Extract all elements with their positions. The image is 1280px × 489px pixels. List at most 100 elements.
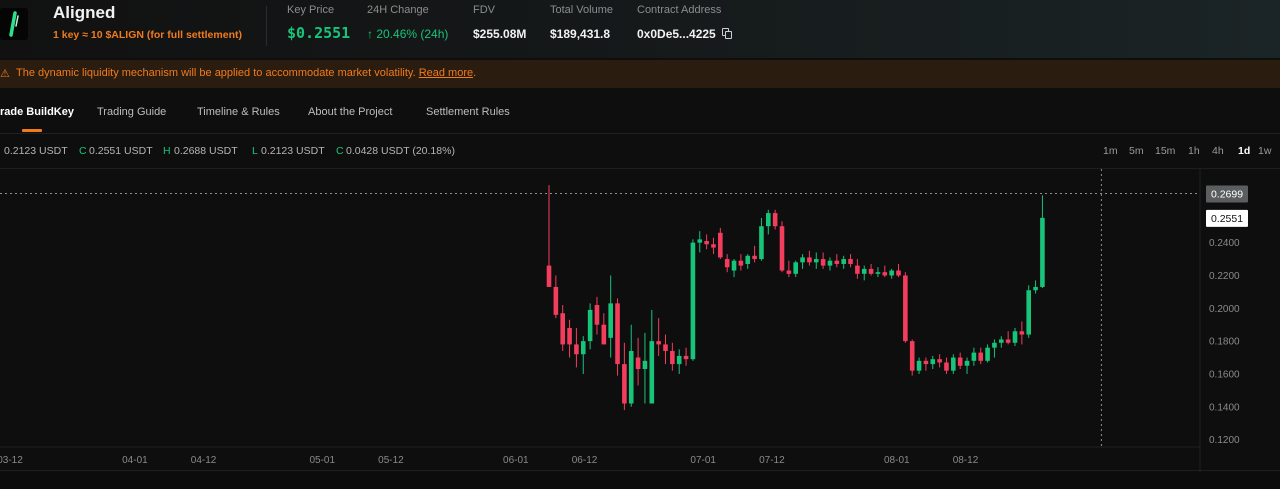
candle-body: [868, 268, 874, 274]
candle-body: [957, 357, 963, 366]
candle-body: [704, 240, 709, 245]
interval-1w[interactable]: 1w: [1258, 145, 1271, 157]
candle-body: [793, 262, 799, 274]
candle-body: [800, 257, 805, 263]
volume-value: $189,431.8: [550, 27, 611, 41]
low-value: 0.2123 USDT: [261, 145, 325, 157]
candle-body: [608, 303, 613, 338]
tab-settlement-rules[interactable]: Settlement Rules: [426, 106, 510, 118]
candle-body: [944, 362, 949, 371]
candle-body: [731, 260, 737, 271]
project-name: Aligned: [53, 3, 116, 22]
fdv-label: FDV: [473, 4, 495, 16]
candlestick-chart[interactable]: 0.2400 0.2200 0.2000 0.1800 0.1600 0.1400 0.12…: [0, 169, 1280, 472]
candle-body: [786, 270, 792, 274]
candle-body: [923, 360, 929, 365]
candle-body: [553, 286, 559, 315]
crosshair-price-label: 0.2699: [1211, 189, 1243, 201]
candle-body: [745, 255, 751, 264]
tab-timeline-rules[interactable]: Timeline & Rules: [197, 106, 280, 118]
candle-body: [635, 357, 641, 370]
candle-body: [560, 313, 566, 345]
volatility-banner: ⚠ The dynamic liquidity mechanism will b…: [0, 60, 1280, 88]
key-price-value: $0.2551: [287, 24, 351, 42]
candle-body: [903, 275, 908, 342]
interval-1h[interactable]: 1h: [1188, 145, 1200, 157]
candle-body: [978, 352, 984, 361]
volume-stat: Total Volume $189,431.8: [550, 4, 613, 41]
candle-body: [642, 360, 648, 370]
candle-body: [1026, 290, 1032, 335]
interval-1m[interactable]: 1m: [1103, 145, 1118, 157]
y-tick-label: 0.2400: [1209, 238, 1240, 249]
candle-body: [683, 355, 689, 360]
candle-body: [738, 260, 744, 266]
candle-body: [697, 239, 703, 243]
candle-body: [909, 341, 915, 371]
candle-body: [587, 309, 593, 342]
candle-body: [930, 359, 936, 365]
tab-trade-buildkey[interactable]: rade BuildKey: [0, 106, 74, 118]
candle-body: [807, 257, 812, 263]
candle-body: [992, 342, 997, 348]
active-tab-indicator: [22, 129, 42, 132]
change-value: ↑ 20.46% (24h): [367, 27, 449, 41]
candle-body: [916, 360, 922, 371]
interval-5m[interactable]: 5m: [1129, 145, 1144, 157]
candle-body: [855, 265, 860, 274]
candle-body: [1040, 217, 1045, 287]
candle-body: [567, 327, 572, 345]
candle-body: [951, 357, 956, 371]
candle-body: [889, 270, 894, 276]
candle-body: [964, 360, 970, 366]
x-tick-label: 05-01: [309, 455, 335, 466]
candle-body: [676, 355, 682, 365]
aligned-logo: [0, 8, 28, 40]
x-tick-label: 06-01: [503, 455, 529, 466]
candle-body: [772, 213, 778, 227]
candle-body: [779, 226, 785, 271]
x-tick-label: 05-12: [378, 455, 404, 466]
change-stat: 24H Change ↑ 20.46% (24h): [367, 4, 448, 41]
contract-label: Contract Address: [637, 4, 722, 16]
interval-selector: 1m 5m 15m 1h 4h 1d 1w: [1080, 145, 1280, 159]
change-amount: 0.0428 USDT (20.18%): [346, 145, 455, 157]
key-price-label: Key Price: [287, 4, 335, 16]
candle-body: [663, 344, 668, 351]
candle-body: [656, 341, 661, 345]
candle-body: [841, 259, 846, 264]
open-value: 0.2123 USDT: [4, 145, 68, 157]
candle-body: [834, 260, 840, 264]
header-divider: [266, 6, 267, 46]
x-tick-label: 08-12: [953, 455, 979, 466]
candle-body: [601, 324, 607, 345]
candle-body: [998, 339, 1004, 343]
x-tick-label: 03-12: [0, 455, 23, 466]
interval-1d[interactable]: 1d: [1238, 145, 1250, 157]
candle-body: [628, 350, 634, 404]
interval-15m[interactable]: 15m: [1155, 145, 1175, 157]
change-key: C: [336, 145, 344, 157]
candle-body: [546, 265, 552, 287]
contract-address: 0x0De5...4225: [637, 27, 716, 41]
candle-body: [690, 242, 696, 360]
project-tabs: rade BuildKey Trading Guide Timeline & R…: [0, 88, 1280, 134]
volume-label: Total Volume: [550, 4, 613, 16]
tab-about-project[interactable]: About the Project: [308, 106, 392, 118]
interval-4h[interactable]: 4h: [1212, 145, 1224, 157]
tab-trading-guide[interactable]: Trading Guide: [97, 106, 166, 118]
x-tick-label: 08-01: [884, 455, 910, 466]
candle-body: [1019, 331, 1025, 335]
candle-body: [622, 364, 627, 404]
copy-icon[interactable]: [721, 28, 733, 39]
y-tick-label: 0.1200: [1209, 435, 1240, 446]
candle-body: [827, 260, 833, 266]
candle-body: [724, 259, 730, 268]
price-chart[interactable]: 0.2400 0.2200 0.2000 0.1800 0.1600 0.1400 0.12…: [0, 168, 1280, 472]
read-more-link[interactable]: Read more: [419, 67, 473, 79]
candle-body: [813, 259, 819, 263]
x-tick-label: 04-12: [191, 455, 217, 466]
candle-body: [752, 255, 757, 260]
candle-body: [971, 352, 977, 361]
settlement-ratio: 1 key ≈ 10 $ALIGN (for full settlement): [53, 29, 242, 41]
